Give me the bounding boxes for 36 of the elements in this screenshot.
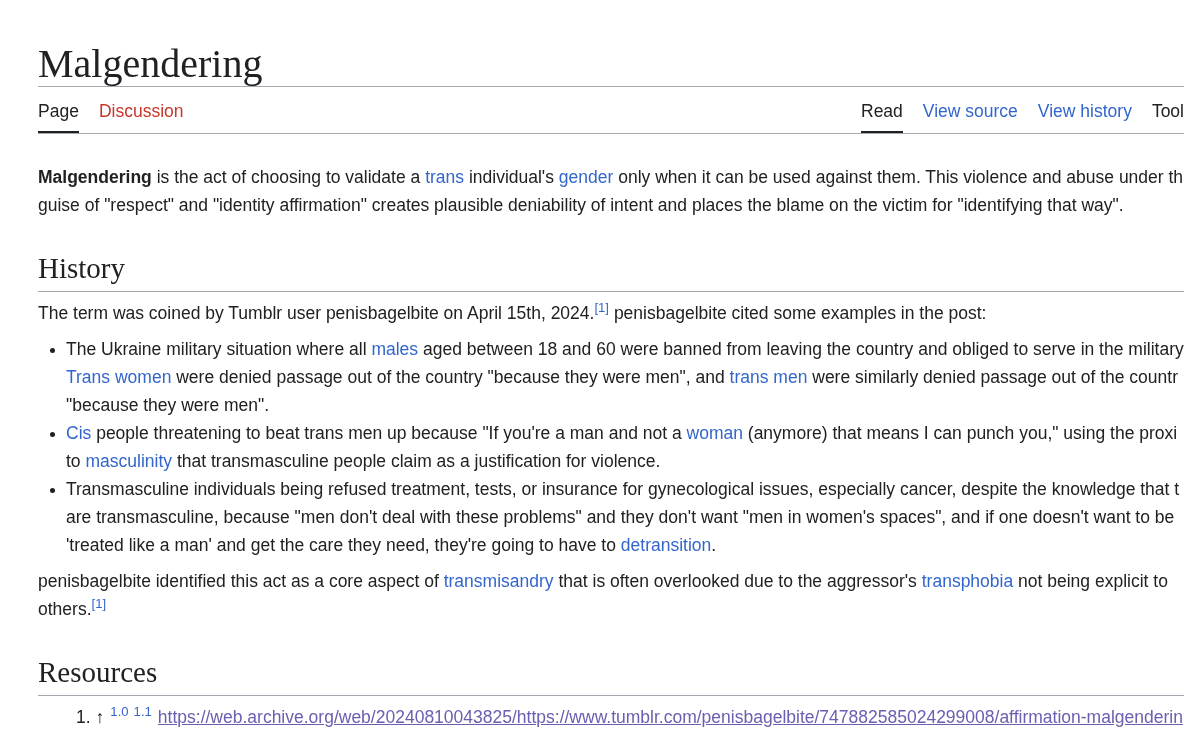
- article-link[interactable]: trans: [425, 167, 465, 187]
- article-link[interactable]: transmisandry: [443, 571, 554, 591]
- bullet-icon: [50, 348, 55, 353]
- bullet-text: Cis people threatening to beat trans men up because "If you're a man and not a woman (anymore) that means I can punch you," using the proxi to masculinity that transmasculine people claim as a justification for violence.: [66, 422, 1178, 473]
- bullet-text: Transmasculine individuals being refused treatment, tests, or insurance for gynecological issues, especially cancer, despite the knowledge that t are transmasculine, because "men don't deal with these problems" and they don't want "men in women's spaces", and if one doesn't want to be 'treated like a man' and get the care they need, they're going to have to detransition.: [66, 478, 1180, 557]
- tab[interactable]: Page: [38, 87, 79, 133]
- paragraph-text: penisbagelbite identified this act as a core aspect of transmisandry that is often overlooked due to the aggressor's transphobia not being explicit to others.$^{[1]}$: [38, 570, 1169, 621]
- reference-number: 1.: [76, 707, 91, 727]
- page-title: Malgendering: [38, 41, 1184, 87]
- tab[interactable]: View source: [922, 87, 1018, 133]
- article-link[interactable]: detransition: [620, 535, 712, 555]
- paragraph-text: The term was coined by Tumblr user penisbagelbite on April 15th, 2024.$^{[1]}$ penisbagelbite cited some examples in the post:: [38, 299, 988, 325]
- tab[interactable]: View history: [1037, 87, 1132, 133]
- article-link[interactable]: trans men: [729, 367, 808, 387]
- reference-url-link[interactable]: https://web.archive.org/web/20240810043825/https://www.tumblr.com/penisbagelbite/747882585024299008/affirmation-malgenderin: [157, 707, 1183, 727]
- citation-link[interactable]: [1]: [91, 596, 107, 612]
- bullet-icon: [50, 488, 55, 493]
- article-link[interactable]: males: [371, 339, 419, 359]
- section-heading: History: [38, 250, 1184, 292]
- section-heading: Resources: [38, 654, 1184, 696]
- backref-link[interactable]: 1.1: [133, 704, 152, 720]
- article-link[interactable]: Cis: [66, 423, 92, 443]
- article-link[interactable]: masculinity: [85, 451, 173, 471]
- citation-link[interactable]: [1]: [594, 300, 609, 316]
- tools-menu[interactable]: Tool: [1151, 87, 1184, 133]
- article-link[interactable]: Trans women: [66, 367, 172, 387]
- bullet-text: The Ukraine military situation where all males aged between 18 and 60 were banned from leaving the country and obliged to serve in the military Trans women were denied passage out of the country "because they were men", and trans men were similarly denied passage out of the countr "because they were men".: [66, 338, 1184, 417]
- article-link[interactable]: transphobia: [921, 571, 1014, 591]
- article-link[interactable]: gender: [558, 167, 614, 187]
- up-arrow: ↑: [95, 707, 105, 727]
- bullet-icon: [50, 432, 55, 437]
- lead-paragraph: Malgendering is the act of choosing to validate a trans individual's gender only when it can be used against them. This violence and abuse under th guise of "respect" and "identity affirmation" creates plausible deniability of intent and places the blame on the victim for "identifying that way".: [38, 166, 1184, 217]
- article-link[interactable]: woman: [686, 423, 743, 443]
- backref-link[interactable]: 1.0: [110, 704, 129, 720]
- tab[interactable]: Discussion: [98, 87, 184, 133]
- tab[interactable]: Read: [861, 87, 903, 133]
